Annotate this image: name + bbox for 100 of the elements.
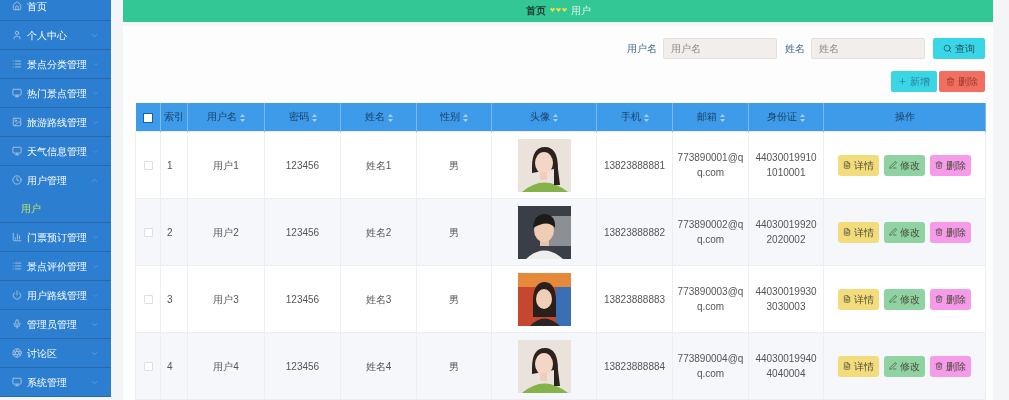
row-checkbox[interactable] — [143, 228, 153, 238]
delete-button[interactable]: 删除 — [930, 288, 971, 310]
table-cell-text: 440300199101010001 — [754, 151, 818, 180]
document-icon — [843, 228, 851, 236]
table-cell: 123456 — [285, 360, 320, 372]
table-cell: 123456 — [285, 293, 320, 305]
image-icon — [12, 117, 22, 127]
sidebar-item[interactable]: 景点评价管理 — [0, 252, 111, 280]
delete-button[interactable]: 删除 — [930, 355, 971, 377]
sidebar-item[interactable]: 讨论区 — [0, 339, 111, 367]
trash-icon — [935, 161, 943, 169]
table-cell: 2 — [167, 226, 173, 238]
filter-input[interactable]: 用户名 — [663, 38, 777, 59]
document-icon — [843, 161, 851, 169]
delete-button[interactable]: 删除 — [930, 154, 971, 176]
sidebar-item[interactable]: 热门景点管理 — [0, 79, 111, 107]
column-header[interactable]: 手机 — [596, 102, 673, 132]
select-all-checkbox[interactable] — [142, 112, 153, 123]
add-button[interactable]: 新增 — [891, 70, 937, 92]
column-header[interactable]: 头像 — [491, 102, 597, 132]
plus-icon — [898, 76, 907, 86]
filter-label: 用户名 — [627, 42, 657, 56]
row-checkbox[interactable] — [143, 362, 153, 372]
microphone-icon — [12, 319, 22, 329]
sidebar-item[interactable]: 用户管理 — [0, 166, 111, 194]
power-icon — [12, 290, 22, 300]
sidebar-item[interactable]: 个人中心 — [0, 21, 111, 49]
table-cell: 123456 — [285, 159, 320, 171]
filter-input[interactable]: 姓名 — [811, 38, 925, 59]
table-cell: 用户1 — [213, 159, 239, 171]
table-cell: 1 — [167, 159, 173, 171]
table-cell-text: 773890001@qq.com — [677, 151, 744, 180]
column-header[interactable]: 邮箱 — [672, 102, 749, 132]
breadcrumb-item[interactable]: 首页 — [525, 3, 546, 19]
table-cell: 13823888884 — [603, 360, 666, 372]
row-checkbox[interactable] — [143, 161, 153, 171]
trash-icon — [935, 295, 943, 303]
sidebar-item[interactable]: 用户路线管理 — [0, 281, 111, 309]
filter-label: 姓名 — [785, 42, 805, 56]
monitor-icon — [12, 146, 22, 156]
user-icon — [12, 30, 22, 40]
bar-chart-icon — [12, 232, 22, 242]
pen-icon — [889, 362, 897, 370]
edit-button[interactable]: 修改 — [884, 154, 925, 176]
detail-button[interactable]: 详情 — [838, 288, 879, 310]
sidebar-item[interactable]: 景点分类管理 — [0, 50, 111, 78]
table-cell: 姓名3 — [365, 293, 392, 305]
detail-button[interactable]: 详情 — [838, 221, 879, 243]
pen-icon — [889, 161, 897, 169]
sidebar-item[interactable]: 门票预订管理 — [0, 223, 111, 251]
column-header[interactable]: 密码 — [264, 102, 341, 132]
edit-button[interactable]: 修改 — [884, 355, 925, 377]
sort-icon — [719, 113, 725, 122]
column-header[interactable]: 姓名 — [340, 102, 417, 132]
submenu-item[interactable]: 用户 — [0, 194, 111, 222]
table-cell: 姓名2 — [365, 226, 392, 238]
sort-icon — [553, 113, 558, 122]
table-cell: 男 — [449, 159, 459, 171]
edit-button[interactable]: 修改 — [884, 221, 925, 243]
column-header: 索引 — [160, 102, 188, 132]
table-cell: 4 — [167, 360, 173, 372]
table-cell: 用户4 — [213, 360, 239, 372]
pen-icon — [889, 295, 897, 303]
column-header[interactable]: 身份证 — [748, 102, 824, 132]
row-checkbox[interactable] — [143, 295, 153, 305]
sort-icon — [463, 113, 468, 122]
document-icon — [843, 295, 851, 303]
list-icon — [12, 59, 22, 69]
search-button[interactable]: 查询 — [933, 38, 985, 59]
home-icon — [12, 1, 22, 11]
table-cell-text: 773890003@qq.com — [677, 285, 744, 314]
hearts-icon — [549, 8, 567, 14]
aperture-icon — [12, 348, 22, 358]
table-cell: 用户3 — [213, 293, 239, 305]
table-cell: 男 — [449, 226, 459, 238]
sidebar-item[interactable]: 管理员管理 — [0, 310, 111, 338]
table-cell: 13823888881 — [603, 159, 666, 171]
monitor-icon — [12, 88, 22, 98]
table-cell-text: 440300199404040004 — [754, 352, 818, 381]
edit-button[interactable]: 修改 — [884, 288, 925, 310]
detail-button[interactable]: 详情 — [838, 154, 879, 176]
trash-icon — [935, 228, 943, 236]
table-cell: 姓名1 — [365, 159, 392, 171]
sidebar-item[interactable]: 天气信息管理 — [0, 137, 111, 165]
table-cell: 123456 — [285, 226, 320, 238]
sort-icon — [643, 113, 649, 122]
document-icon — [843, 362, 851, 370]
search-icon — [943, 44, 952, 53]
column-header[interactable]: 性别 — [416, 102, 492, 132]
breadcrumb-item: 用户 — [570, 4, 591, 19]
sidebar-item[interactable]: 旅游路线管理 — [0, 108, 111, 136]
sidebar-item[interactable]: 首页 — [0, 0, 111, 20]
table-cell-text: 773890002@qq.com — [677, 218, 744, 247]
column-header[interactable]: 用户名 — [187, 102, 265, 132]
sidebar-item[interactable]: 系统管理 — [0, 368, 111, 396]
delete-button[interactable]: 删除 — [930, 221, 971, 243]
sort-icon — [800, 113, 805, 122]
detail-button[interactable]: 详情 — [838, 355, 879, 377]
sort-icon — [387, 113, 393, 122]
delete-button[interactable]: 删除 — [939, 70, 985, 92]
